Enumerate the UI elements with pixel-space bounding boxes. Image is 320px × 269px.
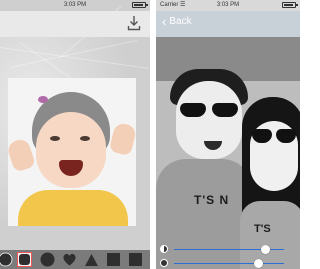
download-icon[interactable] [127, 15, 141, 31]
child-face [36, 112, 106, 188]
child-eye-left [50, 136, 60, 141]
child-shirt [18, 190, 128, 226]
battery-level [134, 4, 143, 6]
battery-level [284, 4, 293, 6]
top-toolbar [0, 11, 150, 37]
square-shape-icon[interactable] [128, 252, 143, 267]
man-sunglasses-right [212, 103, 238, 117]
circle-shape-icon[interactable] [0, 252, 13, 267]
status-bar: Carrier ☰ 3:03 PM [156, 0, 300, 11]
status-bar: 3:03 PM [0, 0, 150, 11]
rounded-square-shape-button-selected[interactable] [17, 252, 32, 267]
brightness-slider-track[interactable] [174, 263, 284, 264]
paper-crease [0, 47, 149, 69]
back-button-label: Back [169, 16, 192, 27]
sketch-photo-couple: T'S N T'S [156, 37, 300, 269]
sketch-photo-child [8, 78, 136, 226]
back-button[interactable]: ‹ Back [162, 13, 192, 29]
man-shirt [156, 159, 252, 269]
battery-icon [132, 2, 148, 8]
status-time: 3:03 PM [63, 2, 87, 8]
child-eye-right [80, 136, 90, 141]
shirt-print-woman: T'S [254, 223, 271, 235]
child-hand-left [8, 137, 37, 173]
left-phone-screen: 3:03 PM [0, 0, 150, 269]
shirt-print-man: T'S N [194, 193, 230, 207]
status-time: 3:03 PM [216, 2, 240, 8]
square-shape-icon[interactable] [106, 252, 121, 267]
child-hand-right [108, 121, 136, 157]
heart-shape-icon[interactable] [62, 252, 77, 267]
hair-bow [38, 96, 48, 103]
circle-shape-icon[interactable] [40, 252, 55, 267]
triangle-shape-icon[interactable] [84, 252, 99, 267]
chevron-left-icon: ‹ [162, 13, 167, 29]
rounded-square-shape-icon [19, 254, 30, 265]
navigation-bar: ‹ Back [156, 11, 300, 37]
woman-shirt [240, 201, 300, 269]
brightness-icon [160, 259, 168, 267]
battery-icon [282, 2, 298, 8]
right-phone-screen: T'S N T'S Carrier ☰ 3:03 PM ‹ Back [156, 0, 300, 269]
man-sunglasses-left [180, 103, 206, 117]
contrast-slider-knob[interactable] [260, 245, 270, 254]
shape-toolbar [0, 250, 150, 269]
contrast-icon [160, 245, 168, 253]
